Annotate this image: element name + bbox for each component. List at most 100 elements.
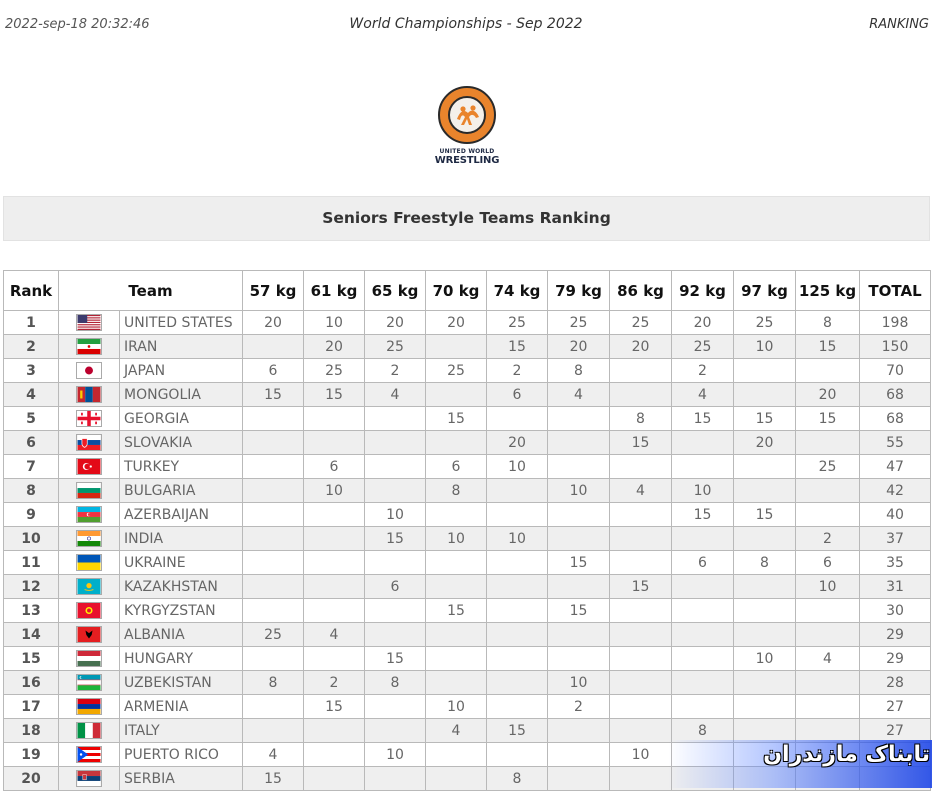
score-cell: 2 <box>486 358 549 383</box>
score-cell <box>547 502 611 527</box>
score-cell <box>303 526 366 551</box>
bulgaria-flag-icon <box>58 478 120 503</box>
score-cell: 10 <box>364 502 427 527</box>
total-cell: 37 <box>859 526 932 551</box>
score-cell: 2 <box>795 526 861 551</box>
score-cell: 8 <box>425 478 488 503</box>
column-header-74-kg: 74 kg <box>486 270 549 311</box>
score-cell: 4 <box>425 718 488 743</box>
section-label: RANKING <box>869 17 929 32</box>
score-cell: 15 <box>671 502 735 527</box>
score-cell <box>486 694 549 719</box>
score-cell: 15 <box>609 430 673 455</box>
score-cell: 20 <box>733 430 797 455</box>
team-name-cell: INDIA <box>118 526 244 551</box>
score-cell <box>364 766 427 791</box>
watermark-text: تابناک مازندران <box>763 742 930 767</box>
score-cell: 2 <box>547 694 611 719</box>
score-cell <box>547 742 611 767</box>
total-cell: 40 <box>859 502 932 527</box>
total-cell: 35 <box>859 550 932 575</box>
score-cell <box>795 718 861 743</box>
score-cell: 4 <box>242 742 305 767</box>
team-name-cell: KYRGYZSTAN <box>118 598 244 623</box>
rank-cell: 17 <box>3 694 59 719</box>
score-cell: 25 <box>795 454 861 479</box>
score-cell <box>425 646 488 671</box>
score-cell: 8 <box>733 550 797 575</box>
ranking-title-band: Seniors Freestyle Teams Ranking <box>3 196 930 241</box>
logo-center <box>448 96 486 134</box>
total-cell: 55 <box>859 430 932 455</box>
rank-cell: 8 <box>3 478 59 503</box>
puerto-rico-flag-icon <box>58 742 120 767</box>
score-cell <box>547 574 611 599</box>
score-cell: 15 <box>303 694 366 719</box>
page-header: 2022-sep-18 20:32:46 World Championships… <box>0 0 932 50</box>
score-cell <box>303 430 366 455</box>
usa-flag-icon <box>58 310 120 335</box>
score-cell <box>364 478 427 503</box>
score-cell <box>609 382 673 407</box>
score-cell: 25 <box>671 334 735 359</box>
score-cell <box>547 718 611 743</box>
column-header-team: Team <box>57 270 244 311</box>
team-name-cell: ALBANIA <box>118 622 244 647</box>
total-cell: 30 <box>859 598 932 623</box>
japan-flag-icon <box>58 358 120 383</box>
score-cell <box>303 598 366 623</box>
ukraine-flag-icon <box>58 550 120 575</box>
score-cell <box>303 502 366 527</box>
score-cell: 8 <box>486 766 549 791</box>
column-header-70-kg: 70 kg <box>425 270 488 311</box>
team-name-cell: SLOVAKIA <box>118 430 244 455</box>
score-cell: 25 <box>303 358 366 383</box>
score-cell <box>609 622 673 647</box>
score-cell: 8 <box>671 718 735 743</box>
georgia-flag-icon <box>58 406 120 431</box>
score-cell <box>486 598 549 623</box>
score-cell: 25 <box>242 622 305 647</box>
column-header-79-kg: 79 kg <box>547 270 611 311</box>
score-cell: 6 <box>671 550 735 575</box>
score-cell <box>671 454 735 479</box>
score-cell: 8 <box>609 406 673 431</box>
team-name-cell: GEORGIA <box>118 406 244 431</box>
uzbekistan-flag-icon <box>58 670 120 695</box>
serbia-flag-icon <box>58 766 120 791</box>
score-cell <box>609 550 673 575</box>
score-cell: 25 <box>364 334 427 359</box>
score-cell <box>364 718 427 743</box>
rank-cell: 11 <box>3 550 59 575</box>
score-cell <box>671 646 735 671</box>
score-cell <box>303 550 366 575</box>
rank-cell: 16 <box>3 670 59 695</box>
score-cell: 10 <box>795 574 861 599</box>
score-cell <box>547 622 611 647</box>
score-cell <box>425 382 488 407</box>
rank-cell: 5 <box>3 406 59 431</box>
uww-logo: UNITED WORLD WRESTLING <box>435 86 499 168</box>
score-cell <box>242 430 305 455</box>
score-cell <box>242 526 305 551</box>
score-cell <box>795 502 861 527</box>
score-cell: 10 <box>303 478 366 503</box>
rank-cell: 9 <box>3 502 59 527</box>
india-flag-icon <box>58 526 120 551</box>
score-cell: 15 <box>242 382 305 407</box>
table-row: 6 SLOVAKIA 20 15 20 55 <box>3 430 932 455</box>
logo-ring <box>438 86 496 144</box>
table-row: 16 UZBEKISTAN 8 2 8 10 28 <box>3 670 932 695</box>
score-cell: 20 <box>364 310 427 335</box>
score-cell <box>425 502 488 527</box>
score-cell: 20 <box>425 310 488 335</box>
score-cell <box>733 574 797 599</box>
score-cell: 25 <box>425 358 488 383</box>
score-cell <box>733 478 797 503</box>
score-cell <box>486 406 549 431</box>
score-cell <box>425 574 488 599</box>
score-cell <box>486 502 549 527</box>
score-cell: 15 <box>547 550 611 575</box>
score-cell <box>303 742 366 767</box>
team-name-cell: KAZAKHSTAN <box>118 574 244 599</box>
